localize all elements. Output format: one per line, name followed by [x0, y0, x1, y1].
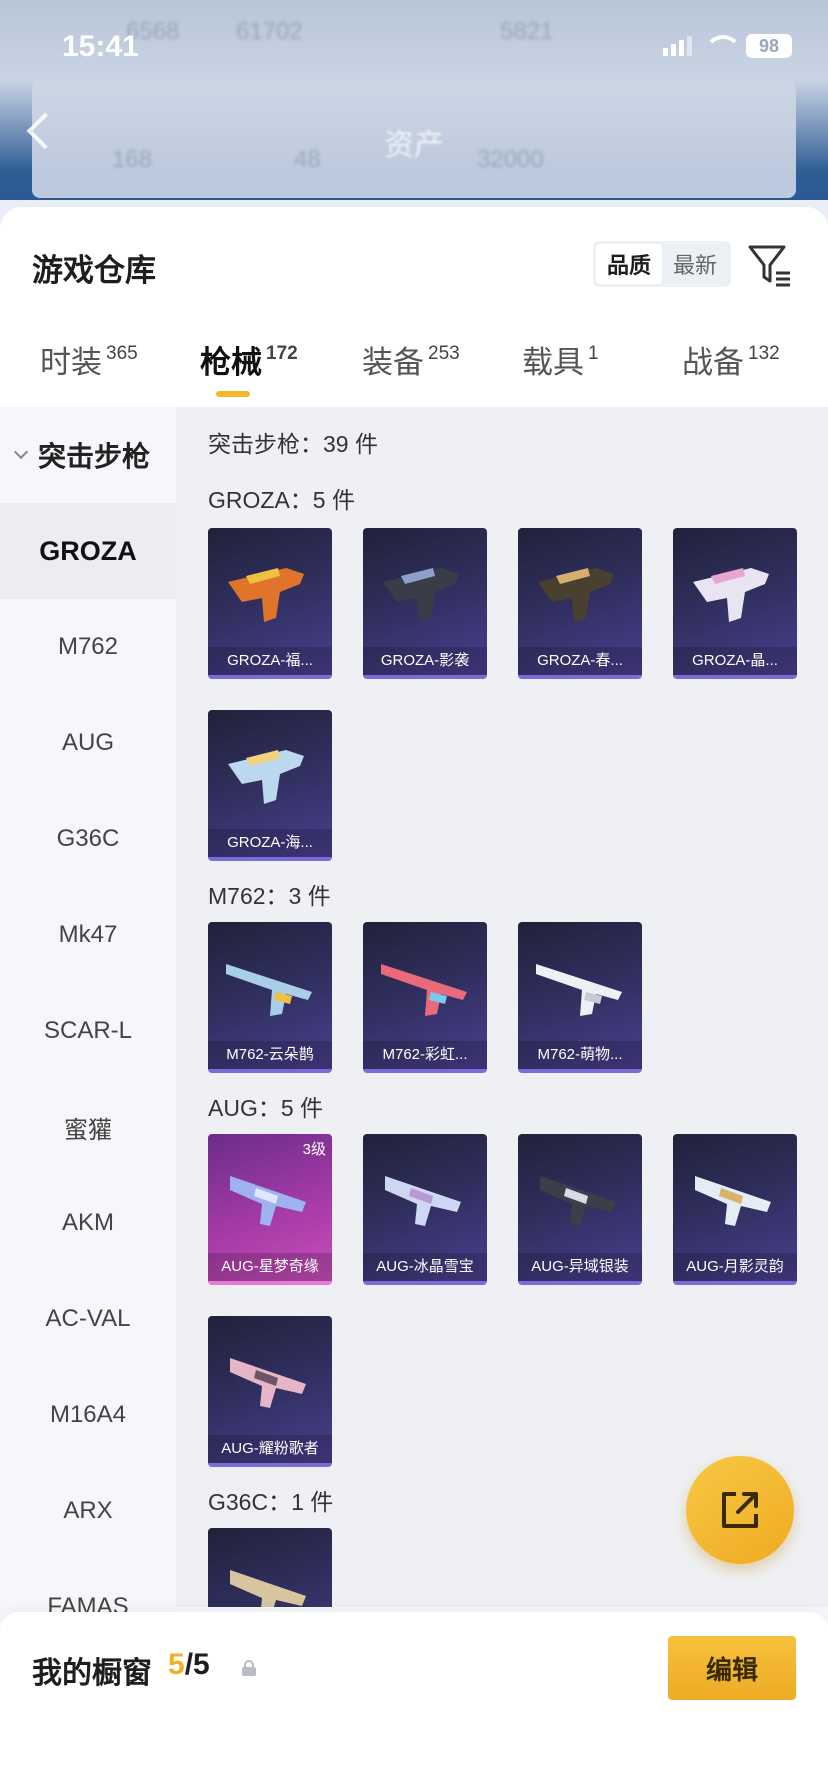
- blurred-number: 5821: [500, 18, 554, 45]
- sidebar-item-ac-val[interactable]: AC-VAL: [0, 1271, 176, 1367]
- status-icons: 98: [663, 34, 792, 58]
- section-header-aug: AUG：5 件: [208, 1095, 324, 1121]
- weapon-card[interactable]: M762-彩虹...: [363, 922, 487, 1073]
- weapon-card[interactable]: [208, 1528, 332, 1607]
- sort-toggle: 品质 最新: [593, 241, 731, 287]
- tab-vehicles[interactable]: 载具 1: [522, 337, 599, 382]
- rifle-image: [540, 1176, 616, 1226]
- page-title: 资产: [384, 129, 444, 162]
- sort-newest-button[interactable]: 最新: [662, 244, 728, 284]
- rifle-image: [230, 1358, 306, 1408]
- weapon-card[interactable]: GROZA-海...: [208, 710, 332, 861]
- wifi-icon: [704, 35, 742, 57]
- sidebar-item-aug[interactable]: AUG: [0, 695, 176, 791]
- weapon-card[interactable]: 3级 AUG-星梦奇缘: [208, 1134, 332, 1285]
- warehouse-sheet: 游戏仓库 品质 最新 时装 365 枪械 172 装备 253 载具 1 战备 132 突…: [0, 207, 828, 1792]
- weapon-card[interactable]: M762-萌物...: [518, 922, 642, 1073]
- rifle-image: [383, 568, 459, 622]
- status-time: 15:41: [62, 30, 139, 63]
- section-header-g36c: G36C：1 件: [208, 1489, 334, 1515]
- rifle-image: [228, 568, 304, 622]
- sidebar-item-groza[interactable]: GROZA: [0, 503, 176, 599]
- sidebar-group-assault-rifle[interactable]: 突击步枪: [0, 407, 176, 503]
- weapon-card[interactable]: GROZA-影袭: [363, 528, 487, 679]
- tab-outfit[interactable]: 时装 365: [40, 337, 138, 382]
- filter-icon[interactable]: [748, 243, 792, 289]
- battery-icon: 98: [746, 34, 792, 58]
- background-header: 168 48 32000 6568 61702 5821 15:41 98 资产: [0, 0, 828, 200]
- rifle-image: [385, 1176, 461, 1226]
- sidebar-item-mk47[interactable]: Mk47: [0, 887, 176, 983]
- share-button[interactable]: [686, 1456, 794, 1564]
- weapon-card[interactable]: AUG-月影灵韵: [673, 1134, 797, 1285]
- section-header-groza: GROZA：5 件: [208, 487, 355, 513]
- weapon-card[interactable]: GROZA-晶...: [673, 528, 797, 679]
- weapon-card[interactable]: AUG-耀粉歌者: [208, 1316, 332, 1467]
- sort-quality-button[interactable]: 品质: [596, 244, 662, 284]
- chevron-down-icon: [13, 444, 29, 460]
- sidebar-item-m16a4[interactable]: M16A4: [0, 1367, 176, 1463]
- weapon-grid: 突击步枪：39 件 GROZA：5 件 GROZA-福... GROZA-影袭 …: [176, 407, 828, 1607]
- showcase-bar: 我的橱窗 5/5 编辑: [0, 1612, 828, 1792]
- showcase-label: 我的橱窗: [32, 1657, 152, 1690]
- rifle-image: [226, 964, 312, 1016]
- sidebar-item-m762[interactable]: M762: [0, 599, 176, 695]
- rifle-image: [230, 1570, 306, 1607]
- weapon-card[interactable]: M762-云朵鹊: [208, 922, 332, 1073]
- weapon-card[interactable]: GROZA-福...: [208, 528, 332, 679]
- sidebar-item-g36c[interactable]: G36C: [0, 791, 176, 887]
- showcase-count: 5/5: [168, 1648, 210, 1681]
- rifle-image: [693, 568, 769, 622]
- sidebar-item-arx[interactable]: ARX: [0, 1463, 176, 1559]
- rifle-image: [695, 1176, 771, 1226]
- weapon-type-sidebar: 突击步枪 GROZA M762 AUG G36C Mk47 SCAR-L 蜜獾 …: [0, 407, 176, 1655]
- sheet-header: 游戏仓库 品质 最新 时装 365 枪械 172 装备 253 载具 1 战备 132: [0, 207, 828, 407]
- share-icon: [722, 1492, 758, 1528]
- lock-icon: [242, 1660, 256, 1676]
- sidebar-item-honey-badger[interactable]: 蜜獾: [0, 1079, 176, 1175]
- weapon-card[interactable]: AUG-异域银装: [518, 1134, 642, 1285]
- tab-supplies[interactable]: 战备 132: [682, 337, 780, 382]
- weapon-card[interactable]: AUG-冰晶雪宝: [363, 1134, 487, 1285]
- rifle-image: [381, 964, 467, 1016]
- rifle-image: [228, 750, 304, 804]
- tab-guns[interactable]: 枪械 172: [200, 337, 298, 382]
- weapon-card[interactable]: GROZA-春...: [518, 528, 642, 679]
- category-tabs: 时装 365 枪械 172 装备 253 载具 1 战备 132: [0, 337, 828, 407]
- sheet-title: 游戏仓库: [32, 253, 156, 288]
- rifle-image: [230, 1176, 306, 1226]
- sidebar-item-akm[interactable]: AKM: [0, 1175, 176, 1271]
- category-total: 突击步枪：39 件: [208, 431, 378, 457]
- tab-equipment[interactable]: 装备 253: [362, 337, 460, 382]
- rifle-image: [536, 964, 622, 1016]
- rifle-image: [538, 568, 614, 622]
- signal-icon: [663, 36, 692, 56]
- active-tab-indicator: [216, 391, 250, 397]
- sidebar-item-scar-l[interactable]: SCAR-L: [0, 983, 176, 1079]
- edit-button[interactable]: 编辑: [668, 1636, 796, 1700]
- blurred-number: 61702: [236, 18, 303, 45]
- section-header-m762: M762：3 件: [208, 883, 331, 909]
